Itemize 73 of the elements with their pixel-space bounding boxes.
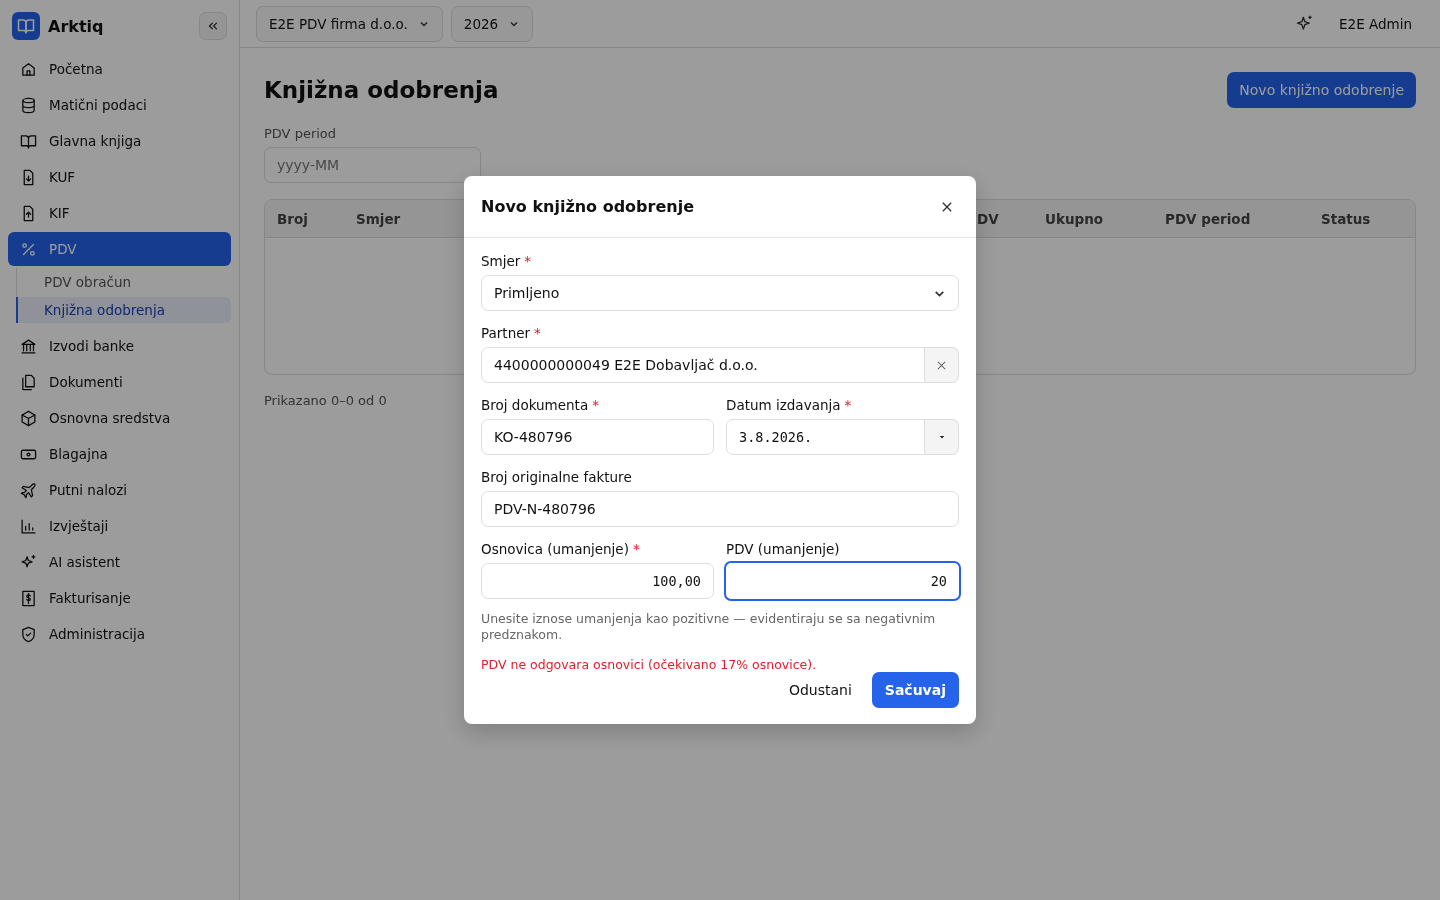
sidebar-item[interactable]: Dokumenti (8, 365, 231, 399)
dialog-title: Novo knjižno odobrenje (481, 197, 694, 216)
text-field[interactable]: PDV-N-480796 (481, 491, 959, 527)
column-header: DV (976, 210, 1000, 227)
percent-icon (20, 240, 37, 258)
required-marker: * (592, 397, 599, 413)
field-label: Broj dokumenta (481, 397, 589, 413)
dropdown-selector[interactable]: 2026 (450, 5, 534, 42)
database-icon (20, 96, 37, 114)
close-icon (942, 201, 952, 212)
sidebar-item[interactable]: Izvještaji (8, 509, 231, 543)
field-label: PDV (umanjenje) (726, 541, 840, 557)
sidebar-item[interactable]: Putni nalozi (8, 473, 231, 507)
sidebar-item[interactable]: Izvodi banke (8, 329, 231, 363)
sidebar-item[interactable]: AI asistent (8, 545, 231, 579)
field-label: Broj originalne fakture (481, 469, 632, 485)
column-header: Status (1320, 210, 1372, 227)
double-chevron-left-icon (206, 19, 220, 33)
column-header: Ukupno (1044, 210, 1105, 227)
field-label: Smjer (481, 253, 521, 269)
home-icon (20, 60, 37, 78)
book-logo-icon (12, 12, 40, 40)
user-name[interactable]: E2E Admin (1339, 15, 1412, 32)
sidebar-item[interactable]: Fakturisanje (8, 581, 231, 615)
cancel-button[interactable]: Odustani (788, 672, 852, 708)
field-label: Partner (481, 325, 531, 341)
sidebar-item[interactable]: Matični podaci (8, 88, 231, 122)
documents-icon (20, 373, 37, 391)
sidebar-item[interactable]: Glavna knjiga (8, 124, 231, 158)
close-icon (937, 360, 946, 370)
bar-chart-icon (20, 517, 37, 535)
date-field[interactable]: 3.8.2026. (726, 419, 925, 455)
period-input-field[interactable]: yyyy-MM (264, 147, 481, 183)
shield-icon (20, 625, 37, 643)
book-icon (20, 132, 37, 150)
required-marker: * (844, 397, 852, 413)
sidebar-item[interactable]: KUF (8, 160, 231, 194)
sidebar-subitem[interactable]: PDV obračun (16, 269, 231, 295)
column-header: Broj (276, 210, 309, 227)
amount-field[interactable]: 20 (724, 561, 961, 601)
sidebar-subitem[interactable]: Knjižna odobrenja (16, 297, 231, 323)
text-field[interactable]: KO-480796 (481, 419, 714, 455)
field-label: PDV period (264, 126, 338, 141)
dropdown-selector[interactable]: E2E PDV firma d.o.o. (256, 5, 443, 42)
sidebar-item[interactable]: Administracija (8, 617, 231, 651)
collapse-sidebar-button[interactable] (199, 12, 227, 40)
sidebar-item[interactable]: Osnovna sredstva (8, 401, 231, 435)
partner-field[interactable]: 4400000000049 E2E Dobavljač d.o.o. (481, 347, 925, 383)
receipt-icon (20, 589, 37, 607)
caret-down-icon (938, 434, 945, 440)
sidebar-item[interactable]: PDV (8, 232, 231, 266)
error-message: PDV ne odgovara osnovici (očekivano 17% osnovice). (481, 657, 818, 672)
page-title: Knjižna odobrenja (264, 77, 499, 103)
bank-icon (20, 337, 37, 355)
required-marker: * (632, 541, 640, 557)
field-label: Datum izdavanja (726, 397, 841, 413)
required-marker: * (534, 325, 541, 341)
field-label: Osnovica (umanjenje) (481, 541, 629, 557)
plane-icon (20, 481, 37, 499)
hint-text: Unesite iznose umanjenja kao pozitivne — evidentiraju se sa negativnim predznakom. (481, 611, 937, 643)
app-name: Arktiq (48, 16, 105, 36)
sidebar-item[interactable]: KIF (8, 196, 231, 230)
column-header: Smjer (355, 210, 402, 227)
required-marker: * (524, 253, 532, 269)
results-summary: Prikazano 0–0 od 0 (264, 393, 387, 408)
new-credit-note-button[interactable]: Novo knjižno odobrenje (1227, 72, 1416, 108)
select-field[interactable]: Primljeno (481, 275, 959, 311)
sidebar-item[interactable]: Blagajna (8, 437, 231, 471)
save-button[interactable]: Sačuvaj (871, 672, 959, 708)
column-header: PDV period (1164, 210, 1252, 227)
amount-field[interactable]: 100,00 (481, 563, 714, 599)
box-icon (20, 409, 37, 427)
sidebar-item[interactable]: Početna (8, 52, 231, 86)
